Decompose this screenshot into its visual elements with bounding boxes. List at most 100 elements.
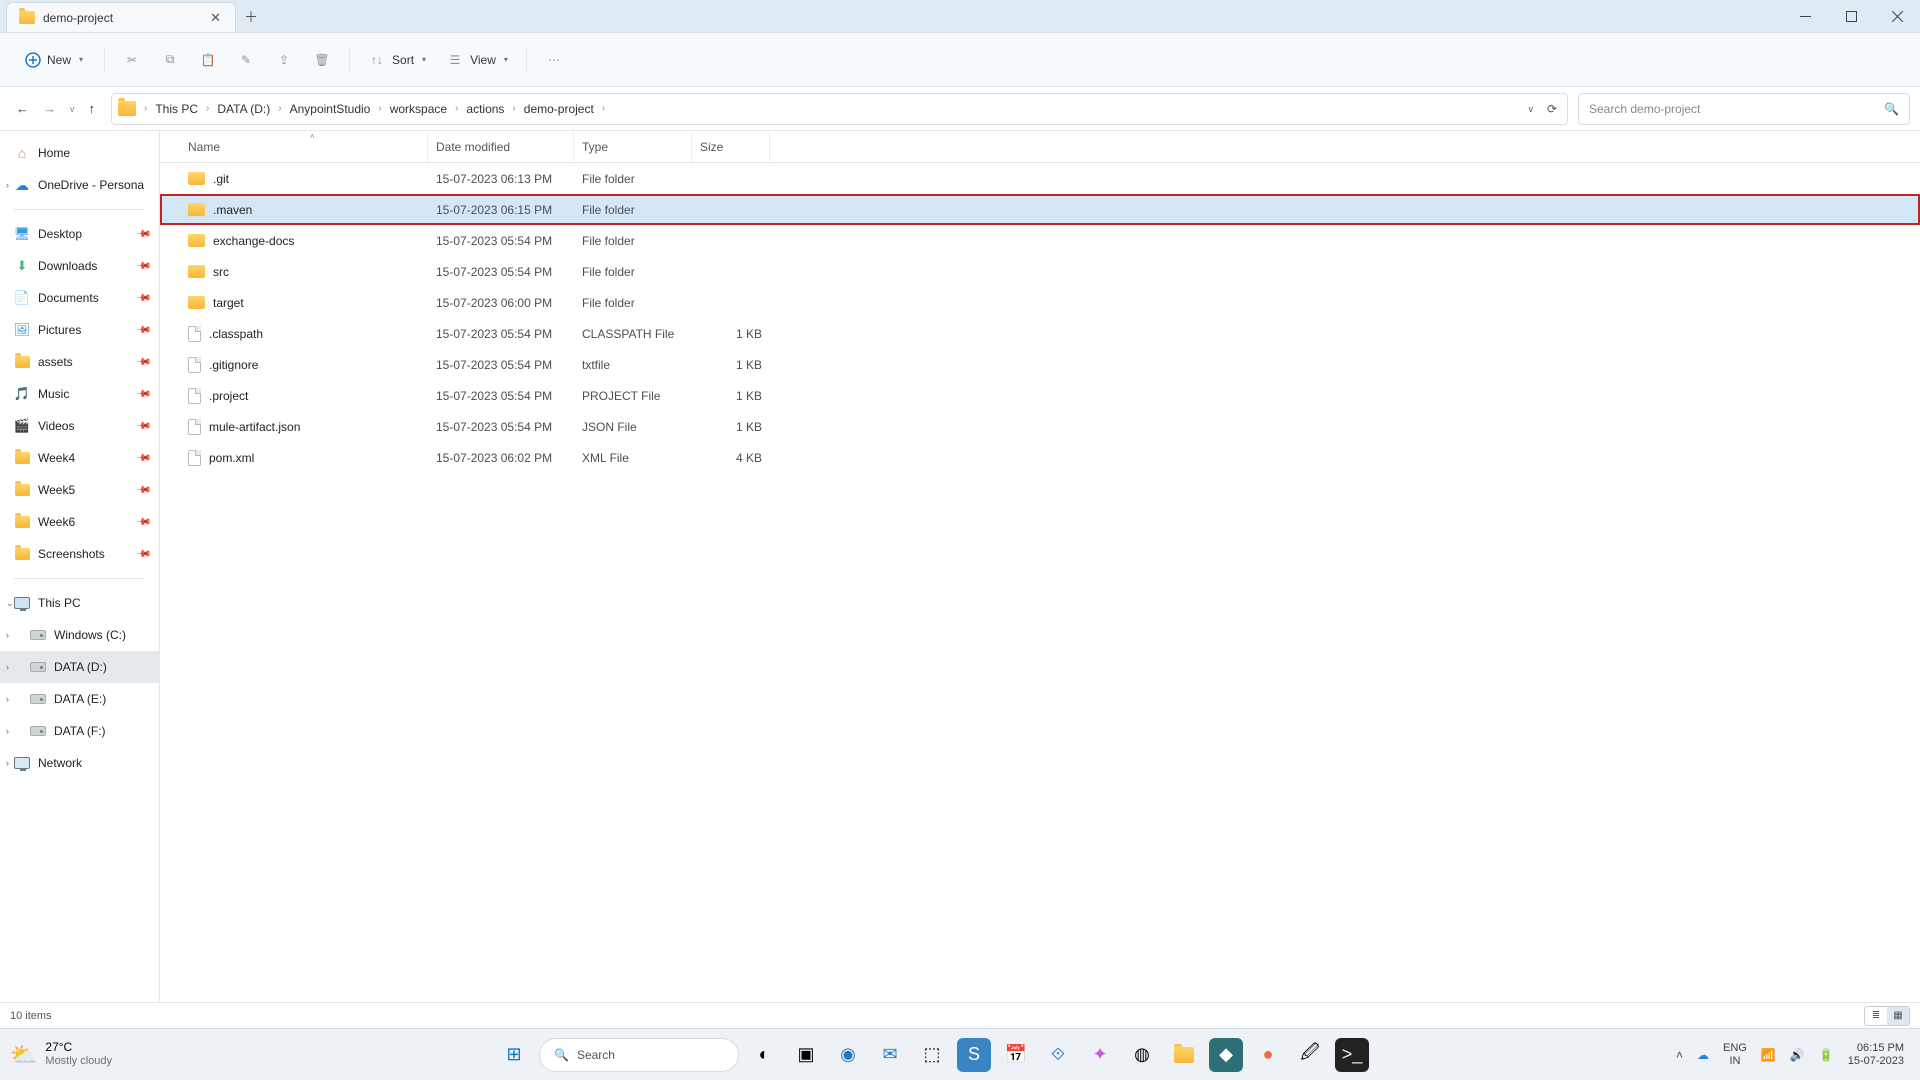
file-row[interactable]: pom.xml15-07-2023 06:02 PMXML File4 KB [160, 442, 1920, 473]
new-tab-button[interactable]: ＋ [236, 2, 266, 32]
file-explorer-icon[interactable] [1167, 1038, 1201, 1072]
sidebar-drive-item[interactable]: ›DATA (D:) [0, 651, 159, 683]
tray-chevron-icon[interactable]: ˄ [1676, 1048, 1683, 1062]
sidebar-item-home[interactable]: ⌂ Home [0, 137, 159, 169]
sidebar-quick-item[interactable]: 🎬Videos📌 [0, 410, 159, 442]
start-button[interactable]: ⊞ [497, 1038, 531, 1072]
app-icon[interactable]: 🖉 [1293, 1038, 1327, 1072]
app-icon[interactable]: ◆ [1209, 1038, 1243, 1072]
file-date: 15-07-2023 06:00 PM [428, 296, 574, 310]
breadcrumb-item[interactable]: actions [462, 100, 508, 118]
file-name: exchange-docs [213, 234, 294, 248]
column-header-type[interactable]: Type [574, 131, 692, 162]
new-button[interactable]: New ▾ [14, 47, 94, 73]
column-header-date[interactable]: Date modified [428, 131, 574, 162]
share-button[interactable]: ⇪ [267, 47, 301, 73]
volume-icon[interactable]: 🔊 [1790, 1048, 1805, 1062]
copilot-icon[interactable]: ◐ [747, 1038, 781, 1072]
file-row[interactable]: .git15-07-2023 06:13 PMFile folder [160, 163, 1920, 194]
terminal-icon[interactable]: >_ [1335, 1038, 1369, 1072]
sidebar-quick-item[interactable]: Week5📌 [0, 474, 159, 506]
sidebar-item-network[interactable]: › Network [0, 747, 159, 779]
rename-button[interactable]: ✎ [229, 47, 263, 73]
calendar-icon[interactable]: 📅 [999, 1038, 1033, 1072]
sidebar-quick-item[interactable]: Week6📌 [0, 506, 159, 538]
column-header-size[interactable]: Size [692, 131, 770, 162]
sidebar-quick-item[interactable]: assets📌 [0, 346, 159, 378]
more-button[interactable]: ⋯ [537, 47, 571, 73]
sidebar-item-onedrive[interactable]: › ☁ OneDrive - Persona [0, 169, 159, 201]
sidebar-quick-item[interactable]: 🎵Music📌 [0, 378, 159, 410]
postman-icon[interactable]: ● [1251, 1038, 1285, 1072]
clock[interactable]: 06:15 PM 15-07-2023 [1848, 1042, 1904, 1066]
breadcrumb-items: This PC›DATA (D:)›AnypointStudio›workspa… [151, 100, 1528, 118]
delete-button[interactable]: 🗑 [305, 47, 339, 73]
dropbox-icon[interactable]: ⬚ [915, 1038, 949, 1072]
paste-button[interactable]: 📋 [191, 47, 225, 73]
sidebar-drive-item[interactable]: ›Windows (C:) [0, 619, 159, 651]
weather-widget[interactable]: ⛅ 27°C Mostly cloudy [10, 1041, 190, 1067]
column-headers: Name ˄ Date modified Type Size [160, 131, 1920, 163]
search-box[interactable]: Search demo-project 🔍 [1578, 93, 1910, 125]
breadcrumb-item[interactable]: DATA (D:) [213, 100, 274, 118]
wifi-icon[interactable]: 📶 [1761, 1048, 1776, 1062]
address-dropdown-button[interactable]: v [1528, 104, 1533, 114]
close-window-button[interactable] [1874, 0, 1920, 32]
file-size: 1 KB [692, 420, 770, 434]
sidebar-quick-item[interactable]: 🖼Pictures📌 [0, 314, 159, 346]
chrome-icon[interactable]: ◍ [1125, 1038, 1159, 1072]
column-header-name[interactable]: Name ˄ [180, 131, 428, 162]
file-row[interactable]: .gitignore15-07-2023 05:54 PMtxtfile1 KB [160, 349, 1920, 380]
active-tab[interactable]: demo-project ✕ [6, 2, 236, 32]
tab-strip: demo-project ✕ ＋ [0, 2, 266, 32]
file-type: File folder [574, 172, 692, 186]
copy-button[interactable]: ⧉ [153, 47, 187, 73]
sidebar-quick-item[interactable]: Screenshots📌 [0, 538, 159, 570]
file-row[interactable]: .project15-07-2023 05:54 PMPROJECT File1… [160, 380, 1920, 411]
up-button[interactable]: ↑ [89, 101, 96, 116]
breadcrumb-item[interactable]: workspace [386, 100, 451, 118]
file-row[interactable]: .maven15-07-2023 06:15 PMFile folder [160, 194, 1920, 225]
file-row[interactable]: .classpath15-07-2023 05:54 PMCLASSPATH F… [160, 318, 1920, 349]
cut-button[interactable]: ✂ [115, 47, 149, 73]
taskbar-search[interactable]: 🔍 Search [539, 1038, 739, 1072]
recent-locations-button[interactable]: v [70, 104, 75, 114]
refresh-button[interactable]: ⟳ [1547, 102, 1557, 116]
folder-icon [118, 101, 136, 116]
file-row[interactable]: mule-artifact.json15-07-2023 05:54 PMJSO… [160, 411, 1920, 442]
details-view-button[interactable]: ≣ [1865, 1007, 1887, 1025]
view-button[interactable]: ☰ View ▾ [438, 47, 516, 73]
sidebar-drive-item[interactable]: ›DATA (E:) [0, 683, 159, 715]
sort-button[interactable]: ↑↓ Sort ▾ [360, 47, 434, 73]
app-icon[interactable]: ✦ [1083, 1038, 1117, 1072]
chevron-right-icon: › [6, 758, 9, 768]
sublime-icon[interactable]: S [957, 1038, 991, 1072]
thumbnails-view-button[interactable]: ▦ [1887, 1007, 1909, 1025]
sidebar-quick-item[interactable]: 🖥Desktop📌 [0, 218, 159, 250]
sidebar-quick-item[interactable]: ⬇Downloads📌 [0, 250, 159, 282]
edge-icon[interactable]: ◉ [831, 1038, 865, 1072]
breadcrumb-bar[interactable]: › This PC›DATA (D:)›AnypointStudio›works… [111, 93, 1568, 125]
minimize-button[interactable] [1782, 0, 1828, 32]
sidebar-item-label: assets [38, 355, 73, 369]
breadcrumb-item[interactable]: This PC [151, 100, 202, 118]
battery-icon[interactable]: 🔋 [1819, 1048, 1834, 1062]
sidebar-item-this-pc[interactable]: ⌄ This PC [0, 587, 159, 619]
breadcrumb-item[interactable]: demo-project [520, 100, 598, 118]
sidebar-quick-item[interactable]: Week4📌 [0, 442, 159, 474]
onedrive-tray-icon[interactable]: ☁ [1697, 1048, 1709, 1062]
file-row[interactable]: src15-07-2023 05:54 PMFile folder [160, 256, 1920, 287]
forward-button[interactable]: → [43, 101, 56, 116]
sidebar-quick-item[interactable]: 📄Documents📌 [0, 282, 159, 314]
back-button[interactable]: ← [16, 101, 29, 116]
file-row[interactable]: target15-07-2023 06:00 PMFile folder [160, 287, 1920, 318]
mail-icon[interactable]: ✉ [873, 1038, 907, 1072]
breadcrumb-item[interactable]: AnypointStudio [286, 100, 375, 118]
vscode-icon[interactable]: ⟐ [1041, 1038, 1075, 1072]
language-indicator[interactable]: ENG IN [1723, 1042, 1747, 1066]
task-view-icon[interactable]: ▣ [789, 1038, 823, 1072]
tab-close-button[interactable]: ✕ [206, 10, 225, 26]
sidebar-drive-item[interactable]: ›DATA (F:) [0, 715, 159, 747]
file-row[interactable]: exchange-docs15-07-2023 05:54 PMFile fol… [160, 225, 1920, 256]
maximize-button[interactable] [1828, 0, 1874, 32]
